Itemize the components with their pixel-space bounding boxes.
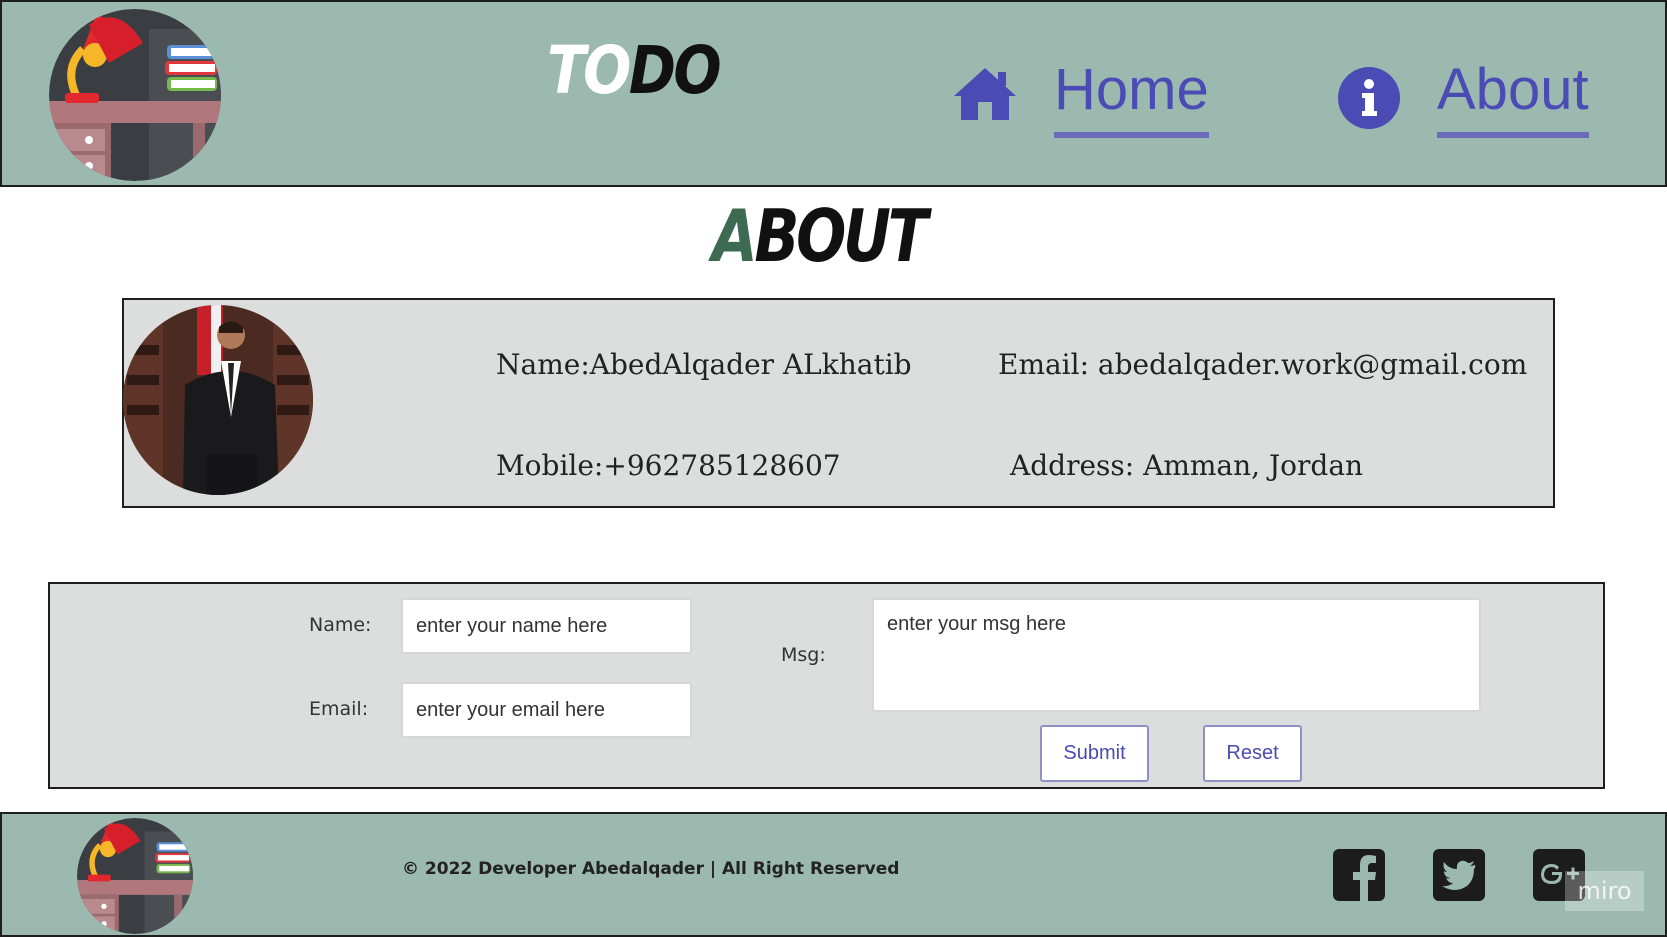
- facebook-icon[interactable]: [1333, 849, 1385, 901]
- profile-address: Address: Amman, Jordan: [1010, 449, 1364, 482]
- miro-watermark: miro: [1565, 871, 1644, 911]
- msg-field-label: Msg:: [781, 644, 826, 666]
- twitter-icon[interactable]: [1433, 849, 1485, 901]
- profile-card: Name:AbedAlqader ALkhatib Email: abedalq…: [122, 298, 1555, 508]
- nav-home-label[interactable]: Home: [1054, 54, 1209, 138]
- page-title-accent: A: [712, 194, 758, 278]
- home-icon[interactable]: [952, 66, 1018, 120]
- email-input[interactable]: [401, 682, 692, 738]
- name-input[interactable]: [401, 598, 692, 654]
- desk-lamp-logo-icon[interactable]: [49, 9, 221, 181]
- nav-about-label[interactable]: About: [1437, 54, 1589, 138]
- name-field-label: Name:: [309, 614, 372, 636]
- info-icon[interactable]: [1337, 66, 1401, 130]
- brand-title-white: TO: [547, 32, 631, 109]
- contact-form: Name: Email: Msg: Submit Reset: [48, 582, 1605, 789]
- page-title-rest: BOUT: [754, 194, 928, 278]
- profile-mobile: Mobile:+962785128607: [496, 449, 841, 482]
- msg-textarea[interactable]: [872, 598, 1481, 712]
- submit-button[interactable]: Submit: [1040, 725, 1149, 782]
- profile-photo: [123, 305, 313, 495]
- site-header: TODO Home About: [0, 0, 1667, 187]
- email-field-label: Email:: [309, 698, 369, 720]
- site-footer: © 2022 Developer Abedalqader | All Right…: [0, 812, 1667, 937]
- nav-home-link[interactable]: Home: [952, 54, 1209, 138]
- profile-email: Email: abedalqader.work@gmail.com: [998, 348, 1528, 381]
- page-title: ABOUT: [712, 200, 928, 272]
- desk-lamp-logo-icon: [77, 818, 193, 934]
- brand-title-dark: DO: [628, 32, 722, 109]
- brand-title: TODO: [547, 38, 722, 104]
- copyright-text: © 2022 Developer Abedalqader | All Right…: [402, 859, 900, 879]
- nav-about-link[interactable]: About: [1337, 54, 1589, 138]
- reset-button[interactable]: Reset: [1203, 725, 1302, 782]
- profile-name: Name:AbedAlqader ALkhatib: [496, 348, 912, 381]
